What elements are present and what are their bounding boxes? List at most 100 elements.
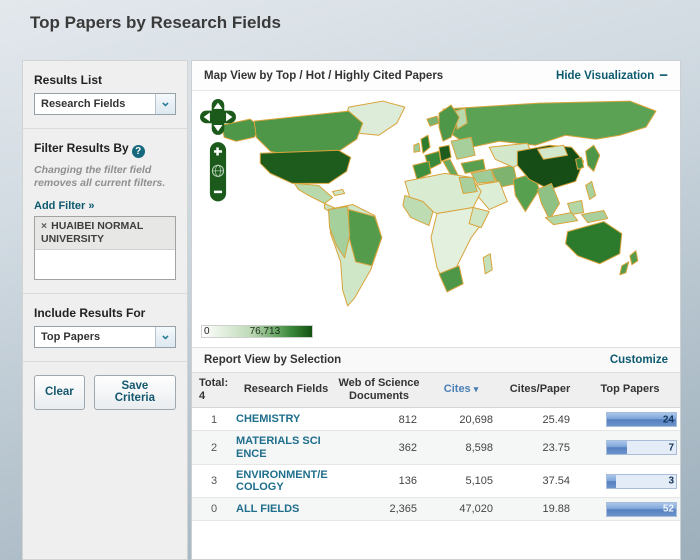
map-view-title: Map View by Top / Hot / Highly Cited Pap…	[204, 70, 443, 82]
col-header-research-fields: Research Fields	[236, 377, 336, 402]
filter-label: Filter Results By?	[34, 141, 176, 158]
row-cites-per-paper: 23.75	[500, 442, 580, 454]
map-region-germany[interactable]	[439, 145, 451, 161]
row-rank: 3	[192, 475, 236, 487]
results-list-value: Research Fields	[35, 94, 125, 114]
top-papers-value: 7	[668, 442, 674, 453]
legend-min-value: 0	[204, 326, 210, 337]
include-results-value: Top Papers	[35, 327, 100, 347]
top-papers-bar: 52	[606, 502, 677, 517]
world-map	[198, 95, 670, 311]
results-list-select[interactable]: Research Fields ⌄	[34, 93, 176, 115]
filter-tag-label: HUAIBEI NORMAL UNIVERSITY	[41, 220, 143, 245]
help-icon[interactable]: ?	[132, 145, 145, 158]
map-region-canada[interactable]	[254, 111, 362, 157]
zoom-out-icon[interactable]	[214, 191, 222, 194]
row-rank: 1	[192, 414, 236, 426]
row-cites-per-paper: 25.49	[500, 414, 580, 426]
row-top-papers-cell: 7	[580, 440, 680, 455]
filter-note: Changing the filter field removes all cu…	[34, 164, 176, 190]
table-row: 1 CHEMISTRY 812 20,698 25.49 24	[192, 408, 680, 431]
map-controls[interactable]	[200, 99, 236, 205]
results-list-label: Results List	[34, 73, 176, 87]
top-papers-bar: 24	[606, 412, 677, 427]
row-top-papers-cell: 3	[580, 474, 680, 489]
map-region-iceland[interactable]	[427, 116, 439, 126]
map-region-australia[interactable]	[566, 222, 622, 264]
map-region-new-zealand[interactable]	[630, 251, 638, 265]
include-results-section: Include Results For Top Papers ⌄	[23, 293, 187, 361]
map-region-east-africa[interactable]	[469, 208, 489, 228]
research-field-link[interactable]: CHEMISTRY	[236, 413, 336, 426]
row-cites-per-paper: 19.88	[500, 503, 580, 515]
map-region-indonesia-east[interactable]	[582, 211, 608, 223]
map-region-caribbean[interactable]	[333, 189, 345, 195]
map-region-madagascar[interactable]	[483, 254, 492, 274]
top-papers-bar: 3	[606, 474, 677, 489]
report-view-title: Report View by Selection	[204, 354, 341, 366]
table-row: 0 ALL FIELDS 2,365 47,020 19.88 52	[192, 498, 680, 521]
main-panel: Map View by Top / Hot / Highly Cited Pap…	[191, 60, 681, 560]
total-value: 4	[199, 390, 236, 403]
map-region-korea[interactable]	[576, 157, 584, 169]
pan-icon[interactable]	[200, 99, 236, 135]
col-header-cites-sort[interactable]: Cites ▾	[422, 377, 500, 402]
sidebar-buttons: Clear Save Criteria	[23, 361, 187, 423]
map-region-usa[interactable]	[260, 150, 350, 183]
top-papers-value: 24	[663, 414, 674, 425]
remove-filter-icon[interactable]: ×	[41, 220, 47, 232]
report-table-body: 1 CHEMISTRY 812 20,698 25.49 24 2 MATERI…	[192, 408, 680, 521]
top-papers-bar: 7	[606, 440, 677, 455]
results-list-section: Results List Research Fields ⌄	[23, 61, 187, 128]
top-papers-value: 3	[668, 476, 674, 487]
col-header-top-papers: Top Papers	[580, 377, 680, 402]
cites-label: Cites	[444, 383, 471, 396]
hide-visualization-link[interactable]: Hide Visualization −	[556, 70, 668, 82]
top-papers-bar-fill	[607, 475, 616, 488]
include-results-select[interactable]: Top Papers ⌄	[34, 326, 176, 348]
row-cites: 8,598	[422, 442, 500, 454]
map-legend: 0 76,713	[201, 325, 313, 338]
map-zoom-control[interactable]	[210, 142, 226, 201]
row-top-papers-cell: 52	[580, 502, 680, 517]
row-cites: 20,698	[422, 414, 500, 426]
hide-visualization-label: Hide Visualization	[556, 70, 654, 82]
row-documents: 136	[336, 475, 422, 487]
legend-max-value: 76,713	[250, 326, 281, 337]
customize-link[interactable]: Customize	[610, 354, 668, 366]
filter-list-box: ×HUAIBEI NORMAL UNIVERSITY	[34, 216, 176, 280]
sidebar: Results List Research Fields ⌄ Filter Re…	[22, 60, 188, 560]
total-label: Total:	[199, 377, 236, 390]
research-field-link[interactable]: ALL FIELDS	[236, 503, 336, 516]
page-title: Top Papers by Research Fields	[30, 13, 281, 33]
map-region-andes[interactable]	[329, 207, 350, 258]
add-filter-link[interactable]: Add Filter »	[34, 200, 95, 212]
col-header-total: Total: 4	[192, 377, 236, 402]
map-view-header: Map View by Top / Hot / Highly Cited Pap…	[192, 61, 680, 91]
map-region-se-asia[interactable]	[537, 183, 559, 219]
row-rank: 0	[192, 503, 236, 515]
row-documents: 2,365	[336, 503, 422, 515]
chevron-down-icon[interactable]: ⌄	[155, 94, 175, 114]
table-row: 3 ENVIRONMENT/ECOLOGY 136 5,105 37.54 3	[192, 465, 680, 498]
map-region-uk[interactable]	[421, 135, 430, 153]
chevron-down-icon[interactable]: ⌄	[155, 327, 175, 347]
map-region-japan[interactable]	[586, 145, 600, 171]
map-region-russia[interactable]	[443, 101, 656, 147]
research-field-link[interactable]: MATERIALS SCIENCE	[236, 435, 336, 460]
research-field-link[interactable]: ENVIRONMENT/ECOLOGY	[236, 469, 336, 494]
map-region-new-zealand-south[interactable]	[620, 262, 629, 275]
map-region-ireland[interactable]	[414, 143, 420, 152]
row-documents: 812	[336, 414, 422, 426]
col-header-cites-per-paper: Cites/Paper	[500, 377, 580, 402]
save-criteria-button[interactable]: Save Criteria	[94, 375, 176, 410]
top-papers-value: 52	[663, 504, 674, 515]
row-cites-per-paper: 37.54	[500, 475, 580, 487]
map-region-philippines[interactable]	[586, 181, 596, 199]
clear-button[interactable]: Clear	[34, 375, 85, 410]
map-region-east-europe[interactable]	[451, 137, 475, 159]
minus-icon: −	[659, 71, 668, 81]
row-top-papers-cell: 24	[580, 412, 680, 427]
map-region-mexico[interactable]	[294, 183, 332, 203]
filter-tag[interactable]: ×HUAIBEI NORMAL UNIVERSITY	[35, 217, 175, 250]
